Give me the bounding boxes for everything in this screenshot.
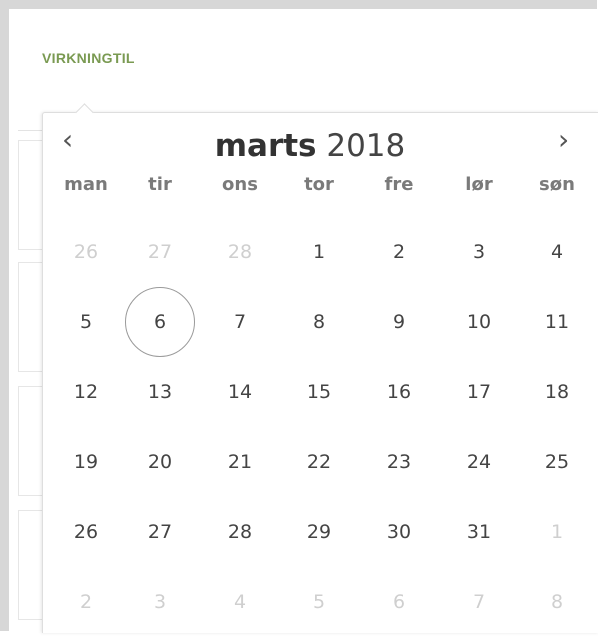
calendar-day[interactable]: 23 (364, 427, 434, 497)
calendar-day-outside-month[interactable]: 3 (125, 567, 195, 637)
calendar-day[interactable]: 26 (51, 497, 121, 567)
calendar-day[interactable]: 10 (444, 287, 514, 357)
calendar-day-outside-month[interactable]: 2 (51, 567, 121, 637)
calendar-day[interactable]: 31 (444, 497, 514, 567)
calendar-day[interactable]: 20 (125, 427, 195, 497)
calendar-day[interactable]: 12 (51, 357, 121, 427)
calendar-day[interactable]: 8 (284, 287, 354, 357)
calendar-day-outside-month[interactable]: 26 (51, 217, 121, 287)
calendar-day[interactable]: 30 (364, 497, 434, 567)
weekday-header: man (64, 174, 108, 195)
calendar-day[interactable]: 22 (284, 427, 354, 497)
calendar-day[interactable]: 29 (284, 497, 354, 567)
weekday-header: tir (148, 174, 172, 195)
calendar-day[interactable]: 25 (522, 427, 592, 497)
calendar-day[interactable]: 24 (444, 427, 514, 497)
calendar-day[interactable]: 3 (444, 217, 514, 287)
calendar-day[interactable]: 7 (205, 287, 275, 357)
calendar-day[interactable]: 1 (284, 217, 354, 287)
calendar-day-outside-month[interactable]: 4 (205, 567, 275, 637)
calendar-day-outside-month[interactable]: 28 (205, 217, 275, 287)
calendar-day[interactable]: 21 (205, 427, 275, 497)
calendar-day[interactable]: 4 (522, 217, 592, 287)
year-label: 2018 (326, 128, 406, 164)
calendar-day-outside-month[interactable]: 27 (125, 217, 195, 287)
calendar-day-today[interactable]: 6 (125, 287, 195, 357)
calendar-day-outside-month[interactable]: 1 (522, 497, 592, 567)
calendar-day[interactable]: 2 (364, 217, 434, 287)
section-label: VIRKNINGTIL (42, 50, 135, 66)
month-label: marts (214, 128, 317, 164)
calendar-day[interactable]: 14 (205, 357, 275, 427)
calendar-day[interactable]: 19 (51, 427, 121, 497)
calendar-day-outside-month[interactable]: 5 (284, 567, 354, 637)
month-year-title: marts 2018 (0, 128, 598, 164)
calendar-day[interactable]: 27 (125, 497, 195, 567)
calendar-day-outside-month[interactable]: 7 (444, 567, 514, 637)
calendar-day-outside-month[interactable]: 8 (522, 567, 592, 637)
calendar-day[interactable]: 16 (364, 357, 434, 427)
calendar-day[interactable]: 18 (522, 357, 592, 427)
calendar-day[interactable]: 11 (522, 287, 592, 357)
weekday-header: lør (465, 174, 493, 195)
calendar-day[interactable]: 5 (51, 287, 121, 357)
calendar-day[interactable]: 9 (364, 287, 434, 357)
calendar-day[interactable]: 28 (205, 497, 275, 567)
calendar-day[interactable]: 13 (125, 357, 195, 427)
weekday-header: søn (539, 174, 575, 195)
calendar-day[interactable]: 15 (284, 357, 354, 427)
weekday-header: ons (222, 174, 258, 195)
weekday-header: tor (304, 174, 334, 195)
calendar-day[interactable]: 17 (444, 357, 514, 427)
weekday-header: fre (384, 174, 414, 195)
calendar-day-outside-month[interactable]: 6 (364, 567, 434, 637)
